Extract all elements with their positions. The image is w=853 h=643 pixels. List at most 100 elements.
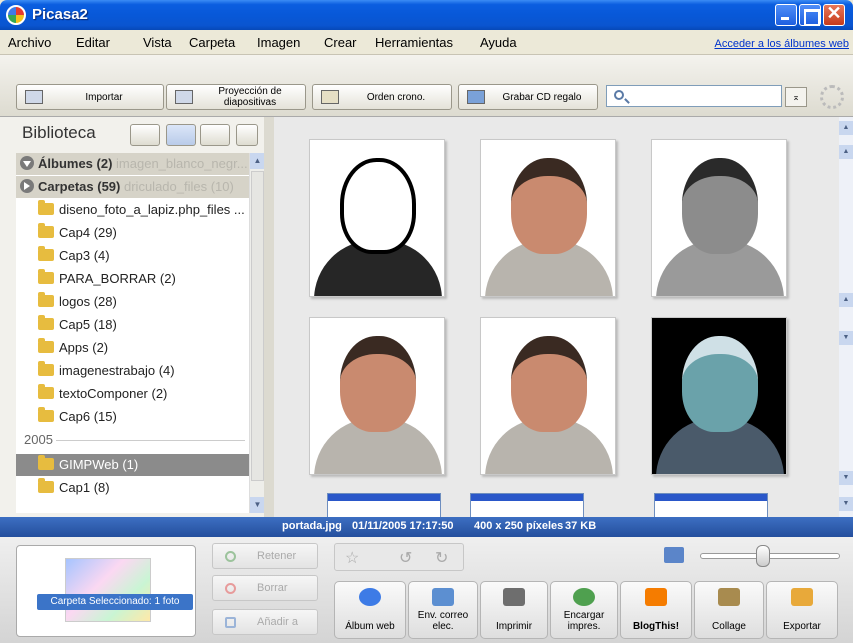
- order-prints-button[interactable]: Encargar impres.: [550, 581, 618, 639]
- status-size: 37 KB: [565, 520, 597, 532]
- folder-item[interactable]: diseno_foto_a_lapiz.php_files ...: [16, 199, 249, 221]
- view-options-dropdown[interactable]: [236, 124, 258, 146]
- folder-item[interactable]: PARA_BORRAR (2): [16, 268, 249, 290]
- scroll-down-icon[interactable]: ▼: [839, 497, 853, 511]
- menu-carpeta[interactable]: Carpeta: [189, 35, 235, 50]
- scroll-up-icon[interactable]: ▲: [839, 121, 853, 135]
- photo-thumbnail[interactable]: [480, 139, 616, 297]
- menu-archivo[interactable]: Archivo: [8, 35, 51, 50]
- folder-icon: [38, 315, 54, 330]
- folder-icon: [38, 223, 54, 238]
- loading-spinner-icon: [820, 85, 844, 109]
- scroll-down-icon[interactable]: ▼: [839, 471, 853, 485]
- search-icon: [614, 90, 624, 100]
- hold-button[interactable]: Retener: [212, 543, 318, 569]
- thumbnail-grid: [274, 117, 839, 523]
- order-prints-icon: [573, 588, 595, 606]
- grid-scrollbar[interactable]: ▲ ▲ ▲ ▼ ▼ ▼: [839, 117, 853, 517]
- web-albums-link[interactable]: Acceder a los álbumes web: [714, 38, 849, 50]
- search-options-button[interactable]: ⌅: [785, 87, 807, 107]
- folder-item[interactable]: Cap1 (8): [16, 477, 249, 499]
- expand-icon: [20, 179, 34, 193]
- photo-thumbnail[interactable]: [309, 139, 445, 297]
- add-to-button[interactable]: Añadir a: [212, 609, 318, 635]
- folder-item[interactable]: Cap3 (4): [16, 245, 249, 267]
- blogthis-button[interactable]: BlogThis!: [620, 581, 692, 639]
- export-button[interactable]: Exportar: [766, 581, 838, 639]
- slideshow-icon: [175, 90, 193, 104]
- email-button[interactable]: Env. correo elec.: [408, 581, 478, 639]
- menu-imagen[interactable]: Imagen: [257, 35, 300, 50]
- collage-button[interactable]: Collage: [694, 581, 764, 639]
- folder-item[interactable]: imagenestrabajo (4): [16, 360, 249, 382]
- print-button[interactable]: Imprimir: [480, 581, 548, 639]
- import-icon: [25, 90, 43, 104]
- folder-icon: [38, 269, 54, 284]
- selection-tray: Carpeta Seleccionado: 1 foto: [16, 545, 196, 637]
- folder-item[interactable]: Cap6 (15): [16, 406, 249, 428]
- menu-vista[interactable]: Vista: [143, 35, 172, 50]
- gift-cd-button[interactable]: Grabar CD regalo: [458, 84, 598, 110]
- clear-button[interactable]: Borrar: [212, 575, 318, 601]
- scroll-up-icon[interactable]: ▲: [839, 293, 853, 307]
- folder-icon: [38, 455, 54, 470]
- email-icon: [432, 588, 454, 606]
- photo-thumbnail[interactable]: [309, 317, 445, 475]
- new-album-button[interactable]: [130, 124, 160, 146]
- photo-thumbnail[interactable]: [651, 139, 787, 297]
- rotate-right-icon[interactable]: ↻: [435, 548, 448, 568]
- blogger-icon: [645, 588, 667, 606]
- search-input[interactable]: [606, 85, 782, 107]
- folder-icon: [38, 200, 54, 215]
- maximize-button[interactable]: [799, 4, 821, 26]
- scroll-down-icon[interactable]: ▼: [250, 497, 265, 513]
- folder-icon: [38, 246, 54, 261]
- menu-ayuda[interactable]: Ayuda: [480, 35, 517, 50]
- slideshow-button[interactable]: Proyección de diapositivas: [166, 84, 306, 110]
- timeline-button[interactable]: Orden crono.: [312, 84, 452, 110]
- list-view-button[interactable]: [166, 124, 196, 146]
- add-to-icon: [225, 617, 236, 628]
- menu-crear[interactable]: Crear: [324, 35, 357, 50]
- folder-item[interactable]: textoComponer (2): [16, 383, 249, 405]
- scroll-down-icon[interactable]: ▼: [839, 331, 853, 345]
- scroll-up-icon[interactable]: ▲: [839, 145, 853, 159]
- folders-header[interactable]: Carpetas (59) driculado_files (10): [16, 176, 249, 198]
- compact-view-button[interactable]: [200, 124, 230, 146]
- web-album-icon: [359, 588, 381, 606]
- photo-thumbnail[interactable]: [651, 317, 787, 475]
- folder-icon: [38, 478, 54, 493]
- folder-tree-scrollbar[interactable]: ▲ ▼: [249, 153, 265, 513]
- status-filename: portada.jpg: [282, 520, 342, 532]
- folder-item-selected[interactable]: GIMPWeb (1): [16, 454, 249, 476]
- scroll-up-icon[interactable]: ▲: [250, 153, 265, 169]
- library-title: Biblioteca: [22, 123, 96, 142]
- status-date: 01/11/2005 17:17:50: [352, 520, 454, 532]
- zoom-slider[interactable]: [700, 553, 840, 559]
- export-icon: [791, 588, 813, 606]
- scroll-thumb[interactable]: [251, 171, 264, 481]
- web-album-button[interactable]: Álbum web: [334, 581, 406, 639]
- panel-splitter[interactable]: [264, 117, 274, 517]
- minimize-button[interactable]: [775, 4, 797, 26]
- selected-photo-preview[interactable]: [65, 558, 151, 622]
- folder-icon: [38, 407, 54, 422]
- folder-item[interactable]: logos (28): [16, 291, 249, 313]
- import-button[interactable]: Importar: [16, 84, 164, 110]
- folder-item[interactable]: Cap5 (18): [16, 314, 249, 336]
- rotate-left-icon[interactable]: ↺: [399, 548, 412, 568]
- folder-item[interactable]: Cap4 (29): [16, 222, 249, 244]
- menu-herramientas[interactable]: Herramientas: [375, 35, 453, 50]
- status-dimensions: 400 x 250 píxeles: [474, 520, 564, 532]
- folder-item[interactable]: Apps (2): [16, 337, 249, 359]
- photo-thumbnail[interactable]: [480, 317, 616, 475]
- edit-strip: ☆ ↺ ↻: [334, 543, 464, 571]
- star-icon[interactable]: ☆: [345, 548, 359, 568]
- close-button[interactable]: ✕: [823, 3, 845, 26]
- albums-header[interactable]: Álbumes (2) imagen_blanco_negr...: [16, 153, 249, 175]
- folder-icon: [38, 292, 54, 307]
- zoom-slider-handle[interactable]: [756, 545, 770, 567]
- toolbar: Importar Proyección de diapositivas Orde…: [0, 55, 853, 117]
- folder-icon: [38, 338, 54, 353]
- menu-editar[interactable]: Editar: [76, 35, 110, 50]
